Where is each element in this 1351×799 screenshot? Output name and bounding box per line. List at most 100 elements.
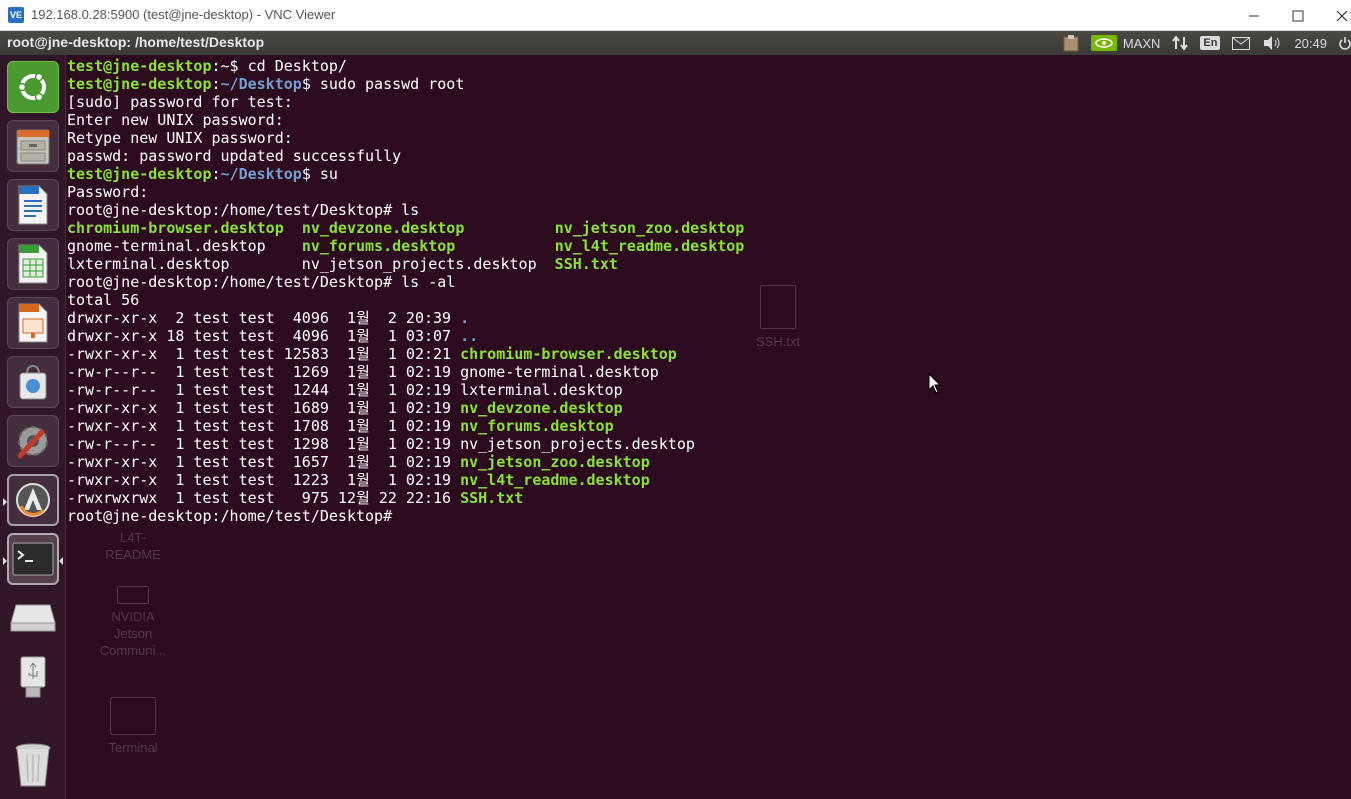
terminal-text: lxterminal.desktop nv_jetson_projects.de… <box>67 255 555 273</box>
window-title: 192.168.0.28:5900 (test@jne-desktop) - V… <box>31 7 336 22</box>
terminal-line: gnome-terminal.desktop nv_forums.desktop… <box>67 237 1347 255</box>
launcher-ubuntu-dash[interactable] <box>7 61 59 113</box>
close-icon <box>1336 10 1348 21</box>
terminal-line: Retype new UNIX password: <box>67 129 1347 147</box>
shopping-bag-icon <box>19 364 47 400</box>
terminal-text: $ sudo passwd root <box>301 75 465 93</box>
drive-icon <box>10 604 56 632</box>
launcher-system-settings[interactable] <box>7 415 59 467</box>
terminal-text: -rwxr-xr-x 1 test test 1689 1월 1 02:19 <box>67 399 461 417</box>
terminal-text: -rw-r--r-- 1 test test 1244 1월 1 02:19 l… <box>67 381 623 399</box>
calc-sheet-icon <box>18 244 48 284</box>
terminal-text: -rwxr-xr-x 1 test test 1657 1월 1 02:19 <box>67 453 461 471</box>
keyboard-indicator[interactable]: En <box>1194 31 1226 55</box>
terminal-text: ~/Desktop <box>220 165 302 183</box>
terminal-line: -rwxr-xr-x 1 test test 1223 1월 1 02:19 n… <box>67 471 1347 489</box>
terminal-text: : <box>211 165 221 183</box>
terminal-line: test@jne-desktop:~$ cd Desktop/ <box>67 57 1347 75</box>
launcher-software-center[interactable] <box>7 356 59 408</box>
sound-indicator[interactable] <box>1256 31 1288 55</box>
terminal-line: total 56 <box>67 291 1347 309</box>
clipboard-icon <box>1063 35 1079 52</box>
mail-icon <box>1232 36 1251 50</box>
terminal-line: -rwxr-xr-x 1 test test 1657 1월 1 02:19 n… <box>67 453 1347 471</box>
terminal-text: total 56 <box>67 291 140 309</box>
terminal-line: test@jne-desktop:~/Desktop$ sudo passwd … <box>67 75 1347 93</box>
terminal-line: Enter new UNIX password: <box>67 111 1347 129</box>
terminal-line: root@jne-desktop:/home/test/Desktop# ls <box>67 201 1347 219</box>
terminal-line: root@jne-desktop:/home/test/Desktop# ls … <box>67 273 1347 291</box>
terminal-output[interactable]: test@jne-desktop:~$ cd Desktop/test@jne-… <box>67 57 1347 797</box>
terminal-text: .. <box>460 327 479 345</box>
updater-icon <box>16 483 50 517</box>
terminal-line: drwxr-xr-x 2 test test 4096 1월 2 20:39 . <box>67 309 1347 327</box>
ubuntu-logo-icon <box>17 72 46 102</box>
launcher-drive[interactable] <box>7 592 59 644</box>
launcher-usb[interactable] <box>7 651 59 703</box>
terminal-line: -rwxrwxrwx 1 test test 975 12월 22 22:16 … <box>67 489 1347 507</box>
volume-icon <box>1264 36 1280 50</box>
launcher-libreoffice-writer[interactable] <box>7 179 59 231</box>
terminal-text: test@jne-desktop <box>67 57 212 75</box>
clock[interactable]: 20:49 <box>1288 31 1333 55</box>
terminal-text: gnome-terminal.desktop <box>67 237 302 255</box>
terminal-text: root@jne-desktop:/home/test/Desktop# ls <box>67 201 420 219</box>
terminal-line: -rwxr-xr-x 1 test test 1708 1월 1 02:19 n… <box>67 417 1347 435</box>
terminal-line: lxterminal.desktop nv_jetson_projects.de… <box>67 255 1347 273</box>
file-cabinet-icon <box>16 129 50 165</box>
panel-window-title: root@jne-desktop: /home/test/Desktop <box>7 34 265 50</box>
terminal-text: -rwxr-xr-x 1 test test 1223 1월 1 02:19 <box>67 471 461 489</box>
terminal-text: -rw-r--r-- 1 test test 1269 1월 1 02:19 g… <box>67 363 659 381</box>
network-arrows-icon <box>1172 35 1189 51</box>
writer-doc-icon <box>18 185 48 225</box>
terminal-line: Password: <box>67 183 1347 201</box>
terminal-text: nv_forums.desktop <box>301 237 456 255</box>
maximize-icon <box>1292 10 1304 21</box>
terminal-text: -rw-r--r-- 1 test test 1298 1월 1 02:19 n… <box>67 435 695 453</box>
terminal-text: :~$ cd Desktop/ <box>211 57 347 75</box>
terminal-text: -rwxrwxrwx 1 test test 975 12월 22 22:16 <box>67 489 461 507</box>
terminal-text: [sudo] password for test: <box>67 93 293 111</box>
terminal-text: ~/Desktop <box>220 75 302 93</box>
top-panel: root@jne-desktop: /home/test/Desktop MAX… <box>0 31 1351 55</box>
terminal-text: Enter new UNIX password: <box>67 111 284 129</box>
nvidia-power-mode[interactable]: MAXN <box>1085 31 1167 55</box>
terminal-line: passwd: password updated successfully <box>67 147 1347 165</box>
terminal-text: . <box>460 309 470 327</box>
launcher-libreoffice-calc[interactable] <box>7 238 59 290</box>
launcher-libreoffice-impress[interactable] <box>7 297 59 349</box>
trash-icon <box>15 743 51 787</box>
launcher-software-updater[interactable] <box>3 474 59 526</box>
impress-slide-icon <box>18 303 48 343</box>
terminal-text: -rwxr-xr-x 1 test test 12583 1월 1 02:21 <box>67 345 461 363</box>
terminal-line: root@jne-desktop:/home/test/Desktop# <box>67 507 1347 525</box>
messaging-indicator[interactable] <box>1226 31 1256 55</box>
minimize-button[interactable] <box>1231 0 1277 31</box>
terminal-line: -rw-r--r-- 1 test test 1244 1월 1 02:19 l… <box>67 381 1347 399</box>
power-mode-label: MAXN <box>1122 35 1161 51</box>
usb-icon <box>20 656 46 698</box>
terminal-line: test@jne-desktop:~/Desktop$ su <box>67 165 1347 183</box>
terminal-text: nv_l4t_readme.desktop <box>460 471 650 489</box>
terminal-text: root@jne-desktop:/home/test/Desktop# <box>67 507 402 525</box>
session-indicator[interactable] <box>1333 31 1351 55</box>
terminal-text: SSH.txt <box>554 255 618 273</box>
maximize-button[interactable] <box>1275 0 1321 31</box>
running-indicator <box>3 498 7 506</box>
launcher-terminal[interactable] <box>3 533 63 585</box>
network-indicator[interactable] <box>1166 31 1194 55</box>
terminal-text: drwxr-xr-x 2 test test 4096 1월 2 20:39 <box>67 309 461 327</box>
focused-indicator <box>59 557 63 565</box>
close-button[interactable] <box>1319 0 1351 31</box>
terminal-text: nv_devzone.desktop <box>460 399 623 417</box>
clipboard-indicator[interactable] <box>1057 31 1085 55</box>
vnc-title-bar[interactable]: VE 192.168.0.28:5900 (test@jne-desktop) … <box>0 0 1351 31</box>
terminal-text: passwd: password updated successfully <box>67 147 402 165</box>
launcher-trash[interactable] <box>7 739 59 791</box>
terminal-line: -rwxr-xr-x 1 test test 1689 1월 1 02:19 n… <box>67 399 1347 417</box>
terminal-text: test@jne-desktop <box>67 165 212 183</box>
launcher-files[interactable] <box>7 120 59 172</box>
